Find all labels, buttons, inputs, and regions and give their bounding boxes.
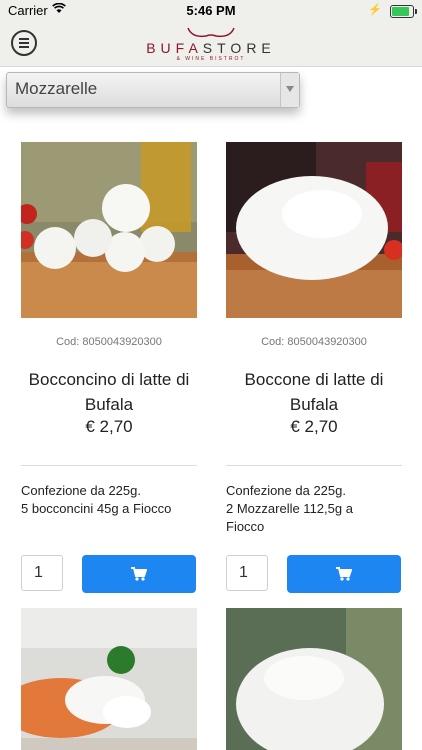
nav-bar: BUFASTORE & WINE BISTROT: [0, 22, 422, 67]
product-image[interactable]: [226, 608, 402, 750]
chevron-down-icon[interactable]: [280, 73, 299, 107]
divider: [226, 465, 402, 466]
battery-icon: [390, 5, 417, 18]
category-select[interactable]: Mozzarelle: [6, 72, 300, 108]
logo-tagline: & WINE BISTROT: [176, 56, 246, 62]
product-price: € 2,70: [85, 417, 133, 436]
logo: BUFASTORE & WINE BISTROT: [136, 24, 286, 64]
divider: [21, 465, 197, 466]
cart-icon: [131, 567, 147, 581]
product-description: Confezione da 225g. 2 Mozzarelle 112,5g …: [226, 483, 353, 534]
status-bar: Carrier 5:46 PM ⚡: [0, 0, 422, 22]
product-code: Cod: 8050043920300: [261, 336, 367, 348]
bull-horns-icon: [187, 27, 235, 38]
menu-button[interactable]: [11, 30, 37, 56]
clock: 5:46 PM: [186, 3, 236, 18]
product-image[interactable]: [21, 608, 197, 750]
product-price: € 2,70: [290, 417, 338, 436]
product-description: Confezione da 225g. 5 bocconcini 45g a F…: [21, 483, 172, 516]
quantity-input[interactable]: 1: [226, 555, 268, 591]
logo-name: BUFASTORE: [146, 40, 276, 56]
add-to-cart-button[interactable]: [287, 555, 401, 593]
product-title[interactable]: Bocconcino di latte di Bufala: [21, 367, 197, 417]
product-image[interactable]: [226, 142, 402, 318]
quantity-input[interactable]: 1: [21, 555, 63, 591]
charging-icon: ⚡: [368, 4, 382, 16]
category-select-value: Mozzarelle: [15, 79, 98, 98]
cart-icon: [336, 567, 352, 581]
add-to-cart-button[interactable]: [82, 555, 196, 593]
product-image[interactable]: [21, 142, 197, 318]
product-title[interactable]: Boccone di latte di Bufala: [226, 367, 402, 417]
product-code: Cod: 8050043920300: [56, 336, 162, 348]
